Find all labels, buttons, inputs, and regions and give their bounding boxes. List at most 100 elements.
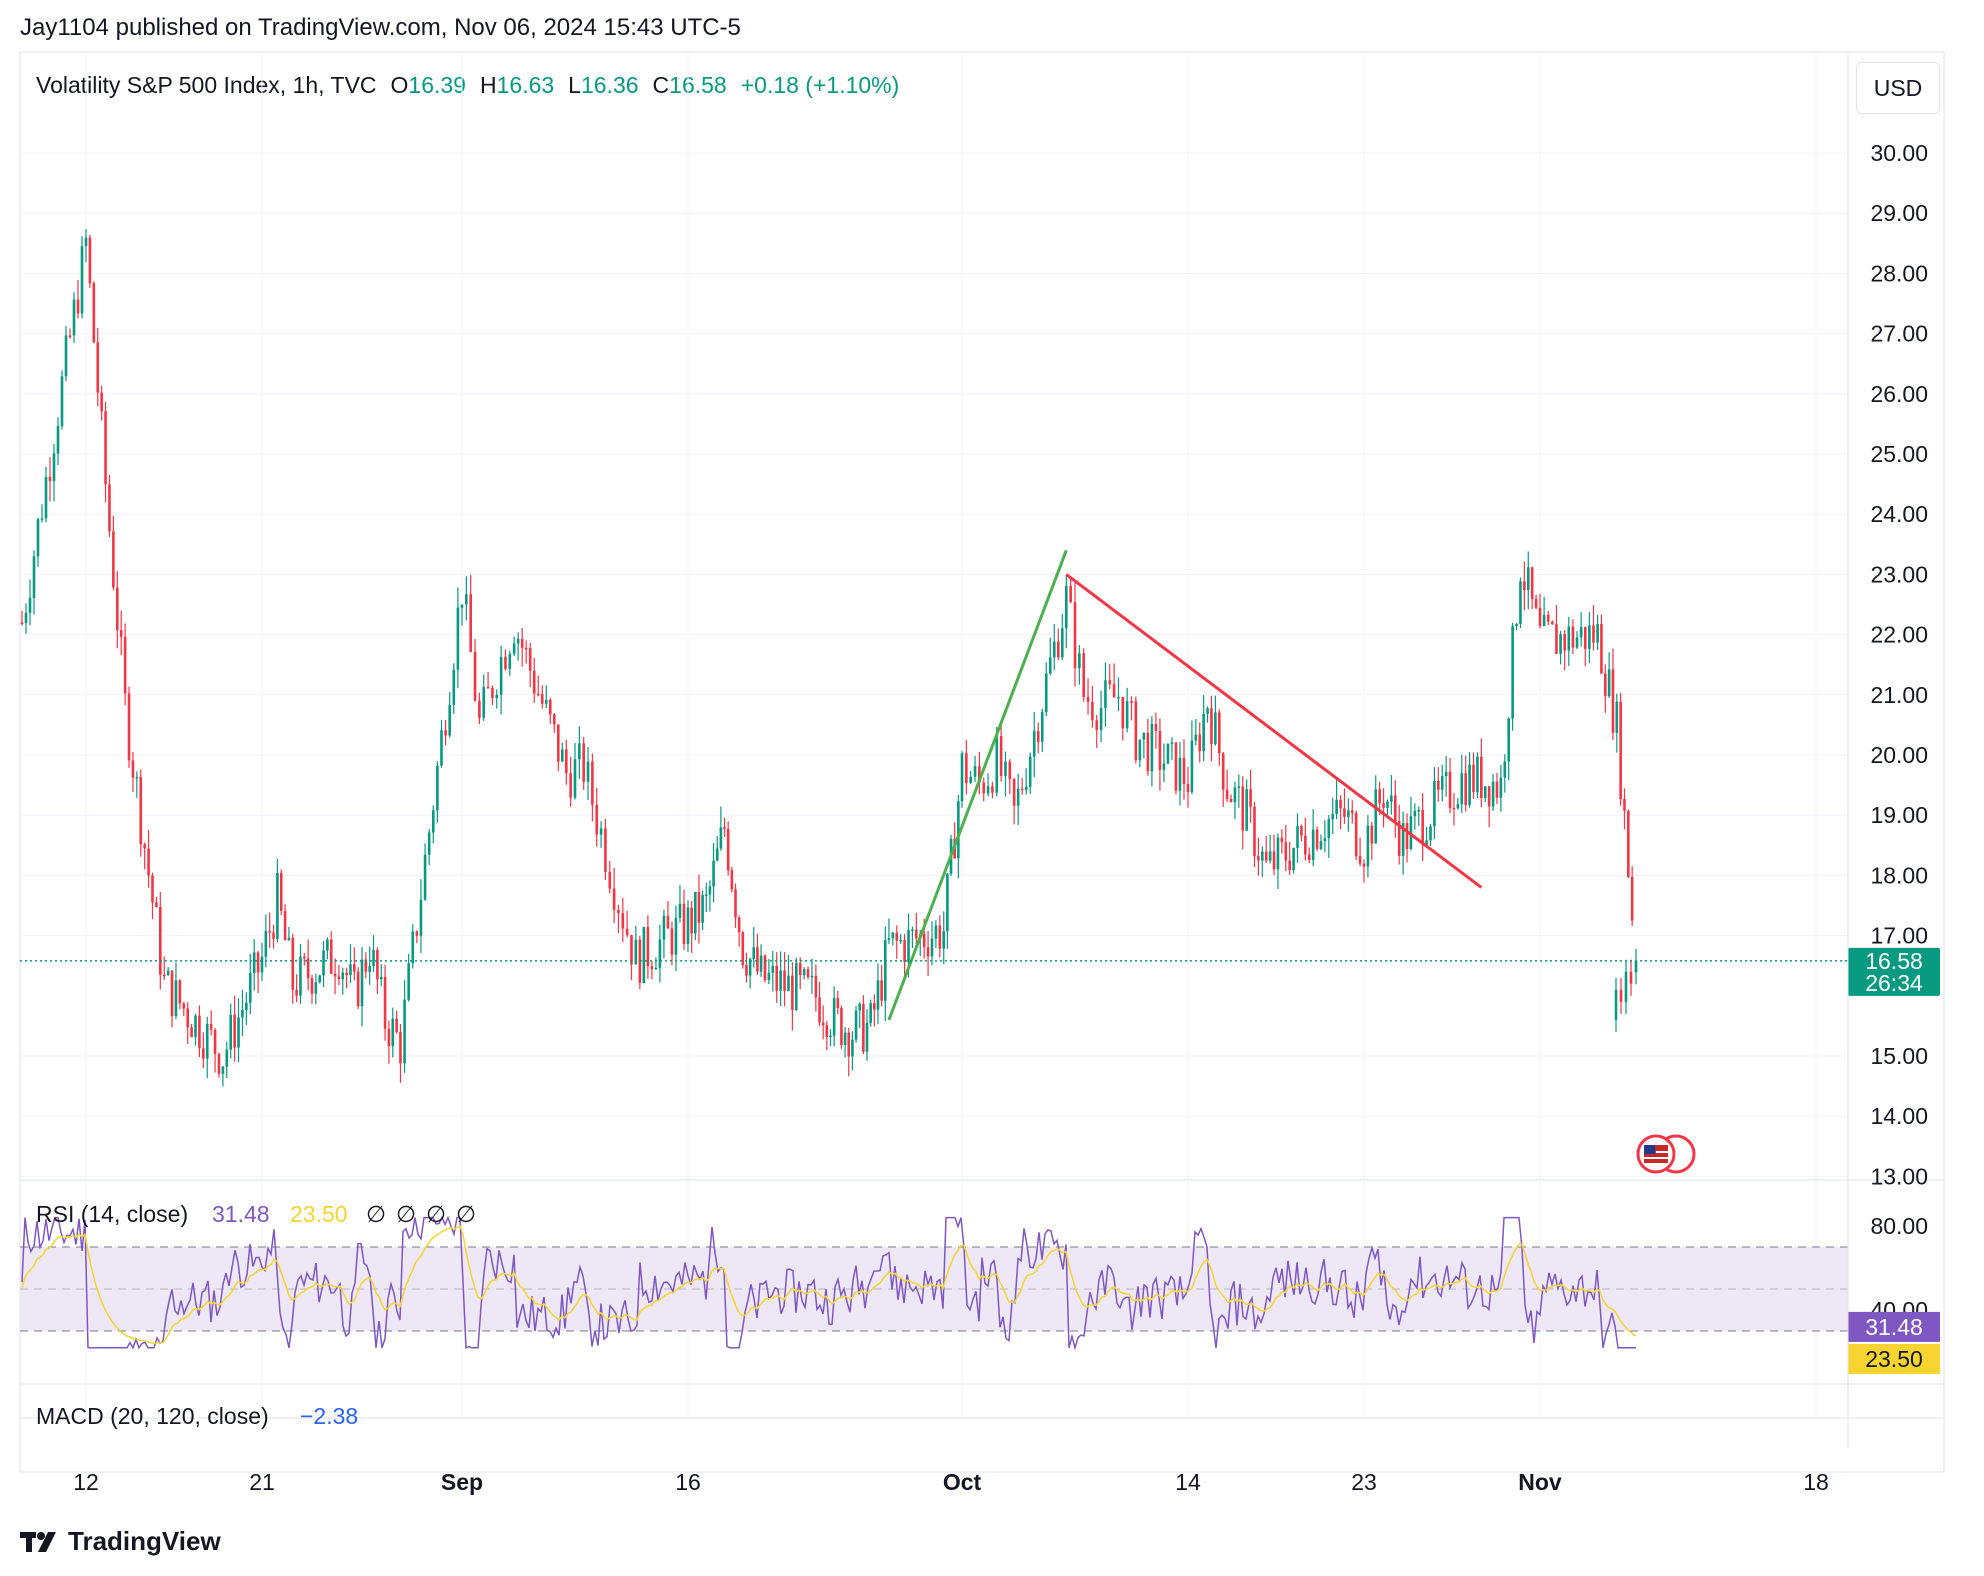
candle-body	[591, 761, 594, 805]
candle-body	[283, 910, 287, 941]
candle-body	[1048, 657, 1052, 674]
y-tick-label: 28.00	[1870, 260, 1928, 286]
candle-body	[356, 971, 360, 1007]
candle-body	[1378, 789, 1381, 804]
candle-body	[495, 694, 499, 699]
candle-body	[666, 915, 670, 929]
rsi-empty-marker: ∅	[426, 1201, 446, 1227]
candle-body	[1146, 732, 1150, 772]
candle-body	[376, 949, 379, 980]
y-tick-label: 23.00	[1870, 561, 1928, 587]
tradingview-logo[interactable]: TradingView	[20, 1526, 221, 1557]
candle-body	[349, 964, 352, 976]
candle-body	[686, 907, 690, 944]
candle-body	[869, 1003, 872, 1023]
candle-body	[745, 965, 748, 976]
candle-body	[1229, 799, 1233, 803]
candle-body	[560, 749, 564, 762]
candle-body	[1150, 723, 1154, 772]
candle-body	[407, 963, 410, 1000]
candle-body	[411, 931, 415, 964]
candle-body	[873, 1003, 876, 1010]
candle-body	[1300, 825, 1303, 836]
candle-body	[1178, 757, 1182, 791]
candle-body	[1056, 641, 1060, 658]
candle-body	[1217, 712, 1221, 754]
candle-body	[444, 730, 447, 736]
x-tick-label: Oct	[943, 1469, 982, 1495]
y-tick-label: 29.00	[1870, 200, 1928, 226]
y-tick-label: 24.00	[1870, 501, 1928, 527]
candle-series	[20, 229, 1638, 1087]
candle-body	[88, 237, 92, 284]
candle-body	[965, 753, 968, 783]
candle-body	[326, 939, 329, 951]
candle-body	[771, 965, 775, 973]
candle-body	[329, 939, 333, 974]
candle-body	[52, 453, 56, 482]
candle-body	[1511, 626, 1514, 719]
rsi-empty-marker: ∅	[456, 1201, 476, 1227]
tradingview-icon	[20, 1531, 56, 1552]
y-tick-label: 15.00	[1870, 1043, 1928, 1069]
candle-body	[1086, 697, 1090, 702]
candle-body	[1134, 701, 1138, 761]
candle-body	[982, 782, 986, 794]
candle-body	[72, 299, 76, 336]
y-tick-label: 25.00	[1870, 441, 1928, 467]
candle-body	[907, 929, 910, 962]
candle-body	[419, 899, 423, 936]
candle-body	[24, 612, 28, 624]
macd-legend-value: −2.38	[300, 1403, 358, 1429]
candle-body	[1624, 971, 1628, 1002]
candle-body	[1104, 680, 1107, 709]
candle-body	[287, 937, 291, 941]
candle-body	[64, 335, 68, 377]
candle-body	[504, 656, 507, 669]
rsi-legend-value: 31.48	[212, 1201, 270, 1227]
candle-body	[337, 976, 341, 980]
candle-body	[213, 1029, 217, 1054]
y-tick-label: 18.00	[1870, 862, 1928, 888]
price-tag-countdown: 26:34	[1865, 970, 1923, 996]
candle-body	[556, 724, 560, 762]
candle-body	[1108, 680, 1112, 685]
candle-body	[1429, 826, 1432, 841]
x-tick-label: 18	[1803, 1469, 1829, 1495]
candle-body	[1069, 585, 1072, 603]
candle-body	[123, 636, 127, 694]
candle-body	[536, 693, 540, 696]
y-tick-label: 26.00	[1870, 381, 1928, 407]
x-tick-label: Nov	[1518, 1469, 1562, 1495]
candle-body	[1526, 567, 1530, 591]
candle-body	[155, 902, 158, 907]
candle-body	[723, 827, 726, 829]
candle-body	[704, 894, 708, 896]
candle-body	[1335, 799, 1338, 814]
candle-body	[1600, 623, 1603, 674]
candle-body	[1099, 708, 1103, 730]
candle-body	[1040, 712, 1044, 742]
candle-body	[1615, 701, 1619, 733]
candle-body	[32, 556, 36, 598]
candle-body	[1198, 734, 1202, 752]
candle-body	[697, 891, 701, 923]
candle-body	[1257, 856, 1260, 861]
candle-body	[1032, 731, 1036, 757]
candle-body	[658, 939, 662, 968]
uptrend-line	[887, 549, 1068, 1021]
y-tick-label: 27.00	[1870, 321, 1928, 347]
candle-body	[147, 848, 150, 876]
candle-body	[528, 647, 532, 671]
candle-body	[221, 1066, 225, 1074]
candle-body	[1483, 786, 1487, 798]
price-chart[interactable]: 12 21 Sep 16 Oct 14 23 Nov 18 30.00 29.00 28.00 27.0…	[0, 0, 1984, 1576]
candle-body	[1350, 810, 1354, 813]
candle-body	[174, 980, 178, 1017]
candle-body	[306, 958, 310, 979]
candle-body	[1016, 788, 1020, 806]
candle-body	[1264, 851, 1268, 861]
candle-body	[1154, 723, 1158, 732]
candle-body	[999, 736, 1003, 776]
candle-body	[1468, 764, 1471, 805]
